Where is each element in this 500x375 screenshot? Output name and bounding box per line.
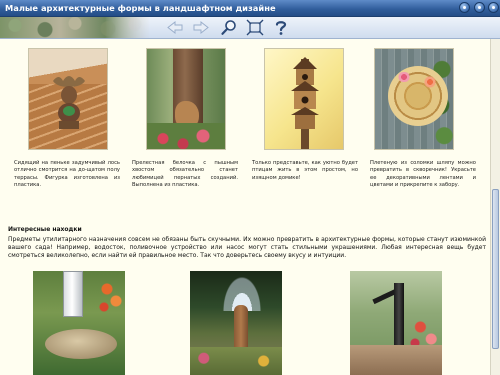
moose-figure-icon	[53, 76, 85, 129]
zoom-button[interactable]	[220, 19, 238, 36]
toolbar	[0, 17, 500, 39]
birdhouse-icon	[291, 57, 319, 129]
title-bar: Малые архитектурные формы в ландшафтном …	[0, 0, 500, 17]
vertical-scrollbar[interactable]	[490, 39, 500, 375]
caption-squirrel: Прелестная белочка с пышным хвостом обяз…	[132, 160, 238, 188]
woven-hat-photo[interactable]	[374, 48, 454, 150]
caption-birdhouse: Только представьте, как уютно будет птиц…	[252, 160, 358, 181]
caption-hat: Плетеную из соломки шляпу можно преврати…	[370, 160, 476, 188]
section-paragraph: Предметы утилитарного назначения совсем …	[8, 236, 486, 259]
downspout-pipe	[63, 271, 83, 317]
forward-button[interactable]	[192, 19, 210, 36]
downspout-birdbath-photo[interactable]	[33, 271, 125, 375]
close-button[interactable]	[488, 2, 499, 13]
hand-pump-photo[interactable]	[350, 271, 442, 375]
fit-to-window-button[interactable]	[246, 19, 264, 36]
caption-moose: Сидящий на пеньке задумчивый лось отличн…	[14, 160, 120, 188]
window-title: Малые архитектурные формы в ландшафтном …	[5, 3, 276, 13]
content-area: Сидящий на пеньке задумчивый лось отличн…	[0, 39, 490, 375]
stone-wall	[350, 345, 442, 375]
section-heading: Интересные находки	[8, 226, 82, 233]
orange-flowers	[95, 277, 125, 317]
maximize-button[interactable]	[474, 2, 485, 13]
forward-arrow-icon	[193, 20, 209, 35]
birdhouse-photo[interactable]	[264, 48, 344, 150]
help-button[interactable]	[273, 19, 289, 36]
back-arrow-icon	[167, 20, 183, 35]
minimize-button[interactable]	[459, 2, 470, 13]
stone-birdbath	[45, 329, 117, 359]
fountain-statue-photo[interactable]	[190, 271, 282, 375]
app-window: Малые архитектурные формы в ландшафтном …	[0, 0, 500, 375]
magnifier-icon	[221, 20, 236, 35]
moose-figure-photo[interactable]	[28, 48, 108, 150]
flower-bed	[147, 123, 225, 149]
scrollbar-thumb[interactable]	[492, 189, 499, 349]
woven-hat-birdhouse	[388, 66, 448, 126]
squirrel-on-tree-photo[interactable]	[146, 48, 226, 150]
fit-frame-icon	[246, 19, 264, 36]
question-mark-icon	[275, 21, 287, 35]
back-button[interactable]	[166, 19, 184, 36]
flower-border	[190, 347, 282, 375]
garden-banner-image	[0, 17, 150, 38]
